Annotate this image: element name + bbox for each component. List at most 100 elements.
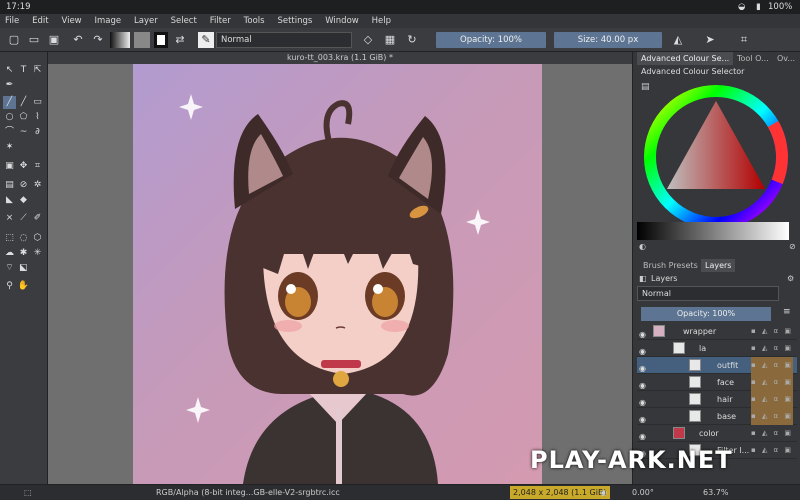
tab-tool-options[interactable]: Tool O... bbox=[733, 52, 773, 65]
visibility-icon[interactable]: ◉ bbox=[639, 394, 649, 407]
bezier-select-tool-icon[interactable]: ⌔ bbox=[3, 262, 16, 275]
open-folder-icon[interactable]: ▭ bbox=[26, 32, 42, 48]
menu-filter[interactable]: Filter bbox=[205, 14, 236, 28]
opacity-slider[interactable]: Opacity: 100% bbox=[436, 32, 546, 48]
colour-history-strip[interactable] bbox=[637, 222, 789, 240]
size-slider[interactable]: Size: 40.00 px bbox=[554, 32, 662, 48]
layer-row[interactable]: ◉ color ▪ ◭ α ▣ bbox=[637, 425, 797, 442]
menu-file[interactable]: File bbox=[0, 14, 24, 28]
visibility-icon[interactable]: ◉ bbox=[639, 360, 649, 373]
menu-select[interactable]: Select bbox=[166, 14, 202, 28]
gradient-tool-icon[interactable]: ▤ bbox=[3, 179, 16, 192]
alpha-lock-icon[interactable]: ▦ bbox=[382, 32, 398, 48]
layer-row[interactable]: ◉ la ▪ ◭ α ▣ bbox=[637, 340, 797, 357]
crop-tool-icon[interactable]: ⌗ bbox=[31, 160, 44, 173]
visibility-icon[interactable]: ◉ bbox=[639, 377, 649, 390]
canvas-artwork[interactable] bbox=[133, 64, 542, 484]
visibility-icon[interactable]: ◉ bbox=[639, 411, 649, 424]
polyline-tool-icon[interactable]: ⌇ bbox=[31, 111, 44, 124]
freehand-select-tool-icon[interactable]: ☁ bbox=[3, 247, 16, 260]
pan-tool-icon[interactable]: ✋ bbox=[17, 280, 30, 293]
crop-icon[interactable]: ⌗ bbox=[736, 32, 752, 48]
menu-tools[interactable]: Tools bbox=[239, 14, 270, 28]
layer-row-selected[interactable]: ◉ outfit ▪ ◭ α ▣ bbox=[637, 357, 797, 374]
menu-view[interactable]: View bbox=[56, 14, 86, 28]
colour-wheel[interactable] bbox=[643, 84, 789, 230]
color-picker-tool-icon[interactable]: ⊘ bbox=[17, 179, 30, 192]
magnetic-select-tool-icon[interactable]: ⬕ bbox=[17, 262, 30, 275]
menu-help[interactable]: Help bbox=[367, 14, 396, 28]
layer-flags-icon[interactable]: ▪ ◭ α ▣ bbox=[750, 374, 793, 391]
tab-advanced-colour-selector[interactable]: Advanced Colour Se... bbox=[637, 52, 734, 65]
freehand-path-tool-icon[interactable]: ~ bbox=[17, 126, 30, 139]
menu-layer[interactable]: Layer bbox=[129, 14, 163, 28]
wrap-icon[interactable]: ➤ bbox=[702, 32, 718, 48]
measure-tool-icon[interactable]: ⟋ bbox=[17, 212, 30, 225]
visibility-icon[interactable]: ◉ bbox=[639, 326, 649, 339]
menu-window[interactable]: Window bbox=[320, 14, 364, 28]
undo-icon[interactable]: ↶ bbox=[70, 32, 86, 48]
assistant-tool-icon[interactable]: ◣ bbox=[3, 194, 16, 207]
rect-select-tool-icon[interactable]: ⬚ bbox=[3, 232, 16, 245]
layer-row[interactable]: ◉ face ▪ ◭ α ▣ bbox=[637, 374, 797, 391]
ellipse-select-tool-icon[interactable]: ◌ bbox=[17, 232, 30, 245]
tab-overview[interactable]: Ov... bbox=[773, 52, 799, 65]
layer-menu-icon[interactable]: ≡ bbox=[783, 307, 791, 317]
text-tool-icon[interactable]: T bbox=[17, 64, 30, 77]
transform-tool-icon[interactable]: ▣ bbox=[3, 160, 16, 173]
edit-shapes-tool-icon[interactable]: ⇱ bbox=[31, 64, 44, 77]
assistant-tool-2-icon[interactable]: ⨯ bbox=[3, 212, 16, 225]
similar-select-tool-icon[interactable]: ✳ bbox=[31, 247, 44, 260]
layers-settings-icon[interactable]: ⚙ bbox=[787, 274, 794, 283]
layer-row[interactable]: ◉ wrapper ▪ ◭ α ▣ bbox=[637, 323, 797, 340]
gradient-selector[interactable] bbox=[110, 32, 130, 48]
menu-image[interactable]: Image bbox=[90, 14, 127, 28]
tab-brush-presets[interactable]: Brush Presets bbox=[639, 259, 702, 272]
layer-flags-icon[interactable]: ▪ ◭ α ▣ bbox=[750, 408, 793, 425]
pattern-selector[interactable] bbox=[134, 32, 150, 48]
move-tool-icon[interactable]: ✥ bbox=[17, 160, 30, 173]
fg-bg-color-icon[interactable] bbox=[154, 32, 168, 48]
reset-icon[interactable]: ⊘ bbox=[789, 242, 796, 251]
layer-flags-icon[interactable]: ▪ ◭ α ▣ bbox=[750, 357, 793, 374]
selection-icon[interactable]: ⬚ bbox=[24, 488, 32, 497]
save-icon[interactable]: ▣ bbox=[46, 32, 62, 48]
contiguous-select-tool-icon[interactable]: ✱ bbox=[17, 247, 30, 260]
layer-flags-icon[interactable]: ▪ ◭ α ▣ bbox=[751, 340, 793, 357]
layer-flags-icon[interactable]: ▪ ◭ α ▣ bbox=[751, 425, 793, 442]
brush-preset-icon[interactable]: ✎ bbox=[198, 32, 214, 48]
line-tool-icon[interactable]: ╱ bbox=[17, 96, 30, 109]
menu-settings[interactable]: Settings bbox=[272, 14, 317, 28]
layer-row[interactable]: ◉ base ▪ ◭ α ▣ bbox=[637, 408, 797, 425]
reference-tool-icon[interactable]: ✐ bbox=[31, 212, 44, 225]
layer-blend-mode-select[interactable]: Normal bbox=[637, 286, 779, 301]
menu-edit[interactable]: Edit bbox=[27, 14, 53, 28]
swap-colors-icon[interactable]: ⇄ bbox=[172, 32, 188, 48]
polygon-select-tool-icon[interactable]: ⬡ bbox=[31, 232, 44, 245]
select-shapes-tool-icon[interactable]: ↖ bbox=[3, 64, 16, 77]
rotation-value[interactable]: 0.00° bbox=[632, 488, 654, 497]
bezier-tool-icon[interactable]: ⌒ bbox=[3, 126, 16, 139]
layer-opacity-slider[interactable]: Opacity: 100% bbox=[641, 307, 771, 321]
smart-patch-tool-icon[interactable]: ✲ bbox=[31, 179, 44, 192]
mirror-icon[interactable]: ◭ bbox=[670, 32, 686, 48]
reload-preset-icon[interactable]: ↻ bbox=[404, 32, 420, 48]
rectangle-tool-icon[interactable]: ▭ bbox=[31, 96, 44, 109]
multibrush-tool-icon[interactable]: ✶ bbox=[3, 141, 16, 154]
new-document-icon[interactable]: ▢ bbox=[6, 32, 22, 48]
layer-flags-icon[interactable]: ▪ ◭ α ▣ bbox=[750, 391, 793, 408]
layer-flags-icon[interactable]: ▪ ◭ α ▣ bbox=[751, 323, 793, 340]
visibility-icon[interactable]: ◉ bbox=[639, 343, 649, 356]
ellipse-tool-icon[interactable]: ○ bbox=[3, 111, 16, 124]
document-tab[interactable]: kuro-tt_003.kra (1.1 GiB) * bbox=[48, 52, 632, 64]
layer-row[interactable]: ◉ hair ▪ ◭ α ▣ bbox=[637, 391, 797, 408]
redo-icon[interactable]: ↷ bbox=[90, 32, 106, 48]
visibility-icon[interactable]: ◉ bbox=[639, 428, 649, 441]
polygon-tool-icon[interactable]: ⬠ bbox=[17, 111, 30, 124]
tab-layers[interactable]: Layers bbox=[701, 259, 736, 272]
calligraphy-tool-icon[interactable]: ✒ bbox=[3, 79, 16, 92]
freehand-brush-tool-icon[interactable]: ╱ bbox=[3, 96, 16, 109]
zoom-tool-icon[interactable]: ⚲ bbox=[3, 280, 16, 293]
dynamic-brush-tool-icon[interactable]: ∂ bbox=[31, 126, 44, 139]
fill-tool-icon[interactable]: ◆ bbox=[17, 194, 30, 207]
